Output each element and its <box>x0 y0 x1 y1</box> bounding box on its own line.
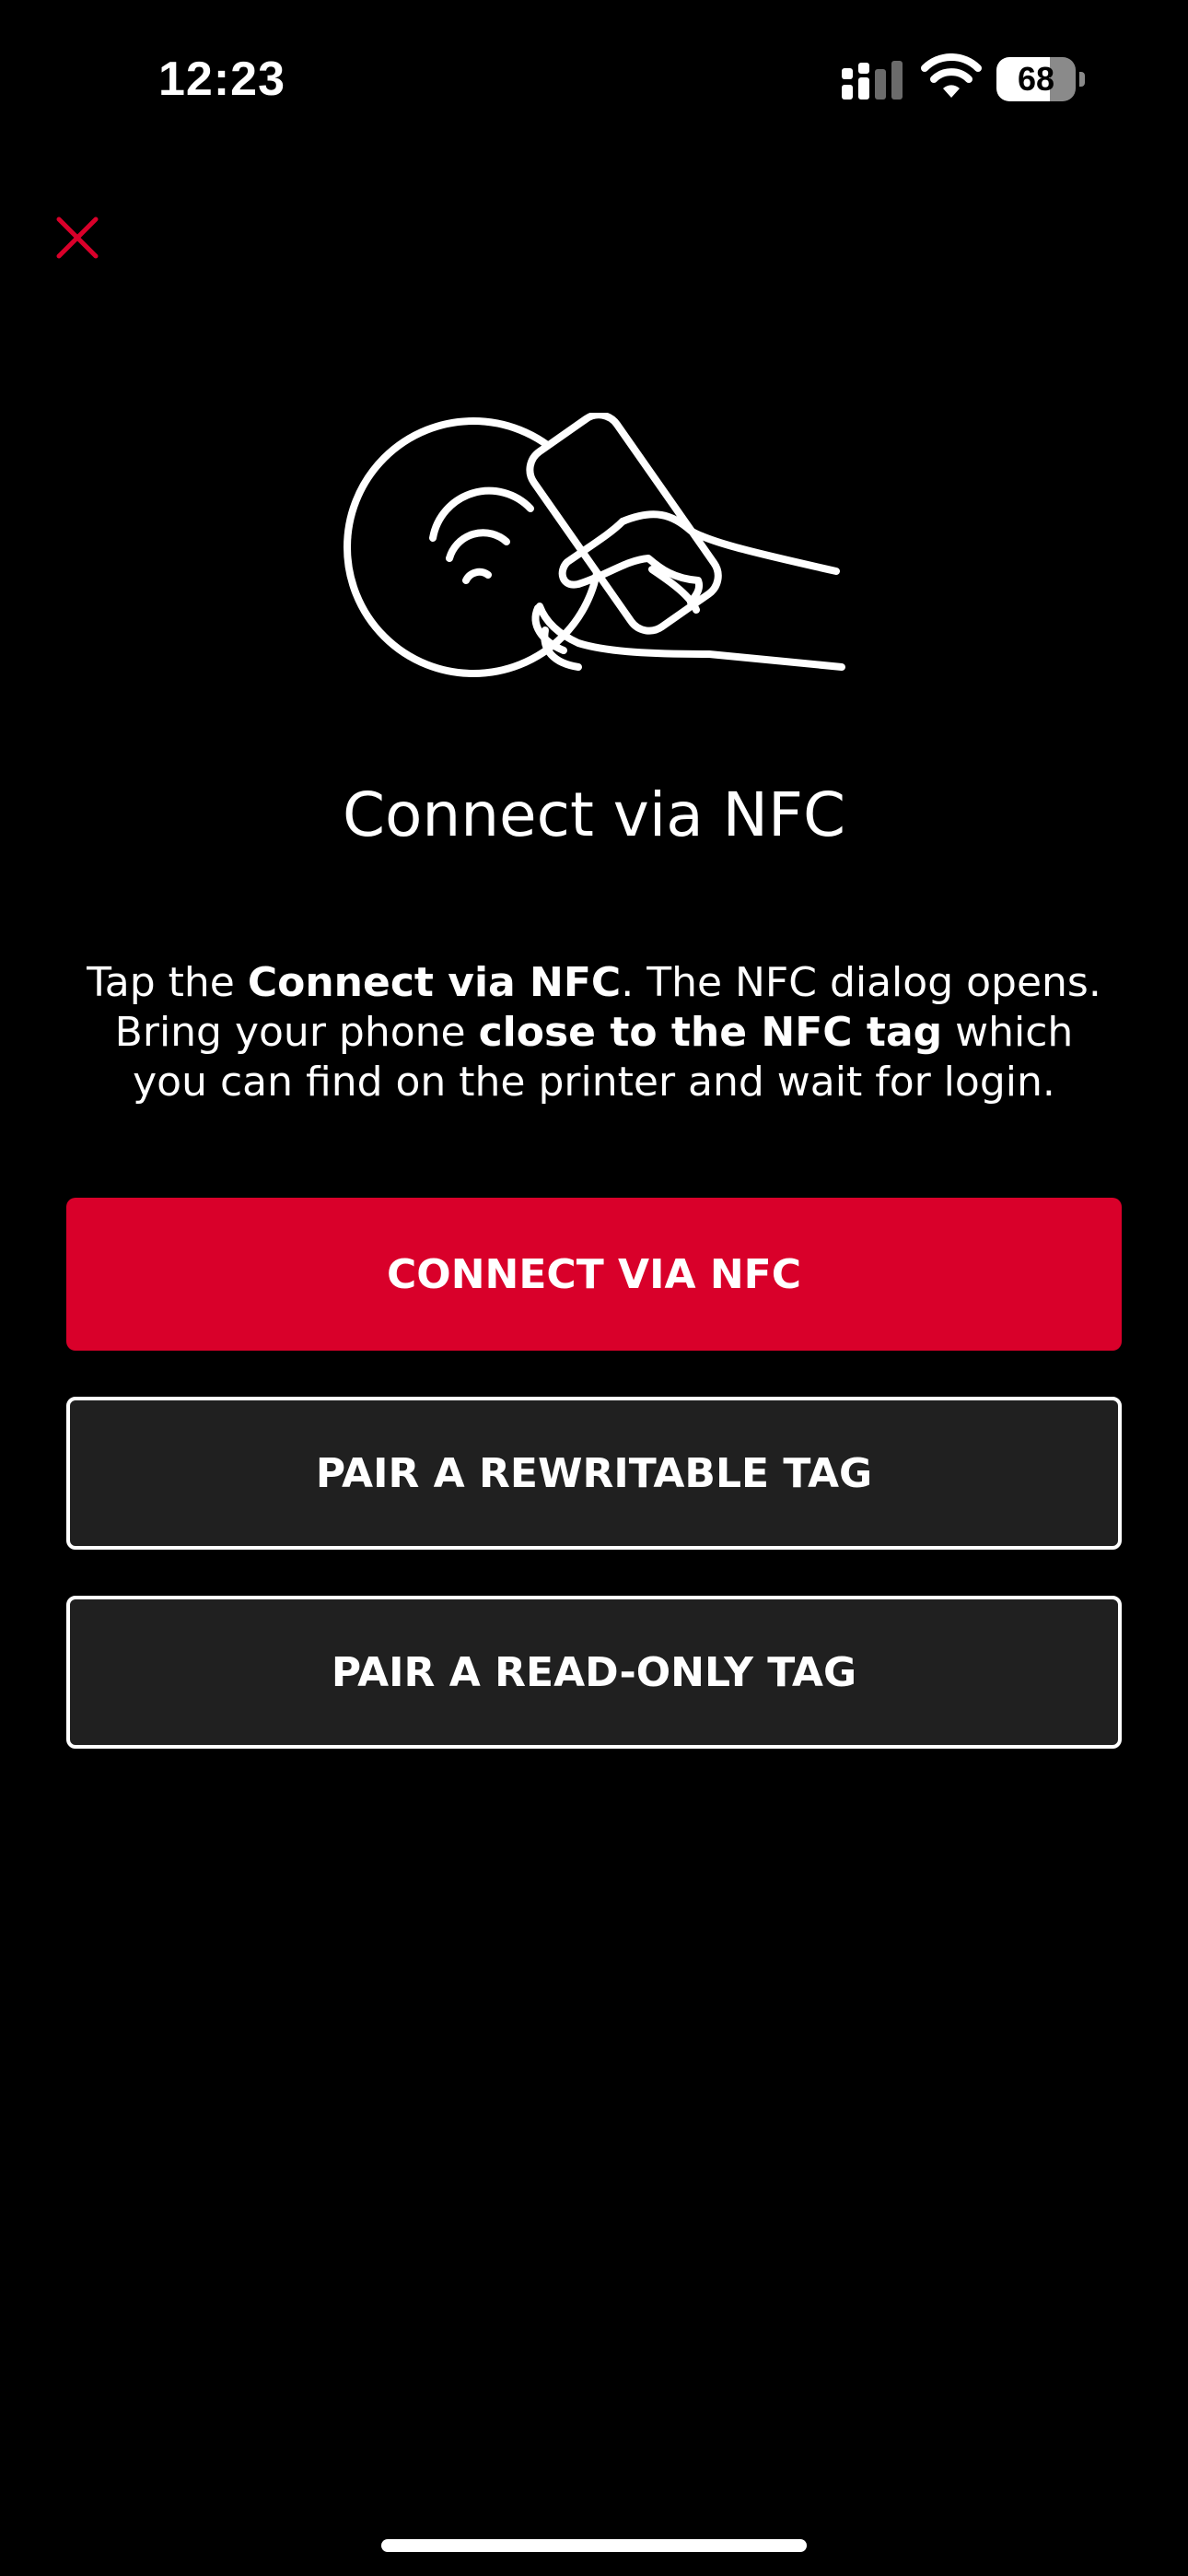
instructions-bold-2: close to the NFC tag <box>478 1009 943 1056</box>
connect-via-nfc-button[interactable]: CONNECT VIA NFC <box>66 1198 1122 1351</box>
pair-rewritable-tag-label: PAIR A REWRITABLE TAG <box>315 1449 873 1497</box>
battery-icon: 68 <box>996 57 1085 101</box>
instructions-part-1: Tap the <box>87 959 248 1006</box>
pair-read-only-tag-label: PAIR A READ-ONLY TAG <box>331 1648 857 1696</box>
page-title: Connect via NFC <box>342 779 846 850</box>
battery-level: 68 <box>1017 60 1055 98</box>
pair-rewritable-tag-button[interactable]: PAIR A REWRITABLE TAG <box>66 1397 1122 1550</box>
pair-read-only-tag-button[interactable]: PAIR A READ-ONLY TAG <box>66 1596 1122 1749</box>
instructions-text: Tap the Connect via NFC. The NFC dialog … <box>83 958 1105 1107</box>
wifi-icon <box>921 53 982 98</box>
close-icon[interactable] <box>52 212 103 263</box>
nfc-tap-phone-icon <box>344 413 845 677</box>
status-time: 12:23 <box>158 53 285 106</box>
home-indicator[interactable] <box>381 2539 807 2552</box>
connect-via-nfc-label: CONNECT VIA NFC <box>387 1250 801 1298</box>
instructions-bold-1: Connect via NFC <box>247 959 622 1006</box>
cellular-signal-icon <box>842 61 903 100</box>
